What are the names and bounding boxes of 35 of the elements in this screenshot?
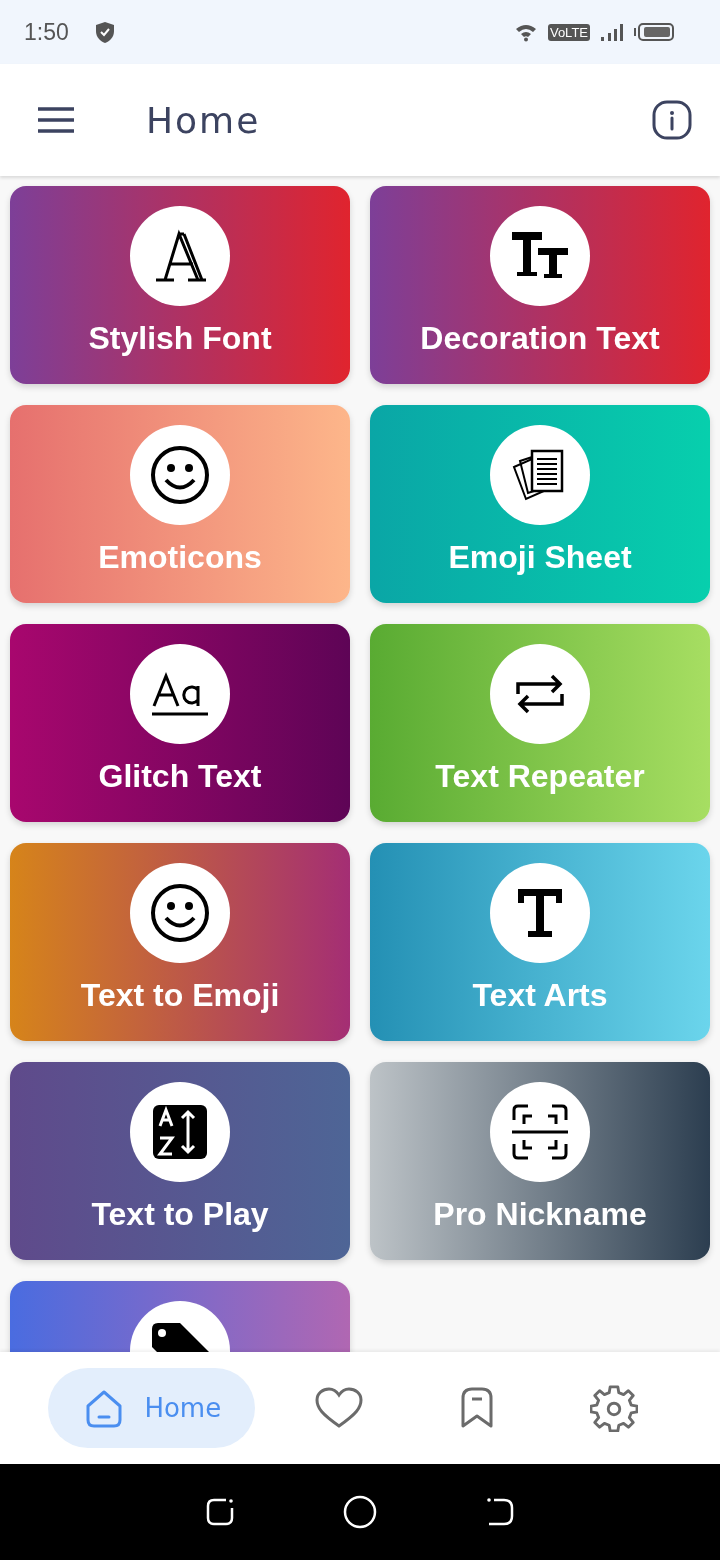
- feature-card[interactable]: Text to Play: [10, 1062, 350, 1260]
- feature-card[interactable]: Text to Emoji: [10, 843, 350, 1041]
- feature-card[interactable]: Text Arts: [370, 843, 710, 1041]
- signal-icon: [600, 22, 624, 42]
- card-label: Decoration Text: [420, 320, 660, 357]
- info-icon[interactable]: [652, 100, 692, 140]
- heart-icon: [313, 1386, 364, 1430]
- smiley-icon: [150, 445, 210, 505]
- card-label: Emoji Sheet: [448, 539, 632, 576]
- card-label: Text to Emoji: [80, 977, 280, 1014]
- feature-card[interactable]: Pro Nickname: [370, 1062, 710, 1260]
- menu-icon[interactable]: [36, 105, 76, 135]
- home-tab[interactable]: Home: [48, 1368, 256, 1448]
- sort-az-icon: [150, 1102, 210, 1162]
- feature-card[interactable]: Text Repeater: [370, 624, 710, 822]
- feature-card[interactable]: Stylish Font: [10, 186, 350, 384]
- card-label: Stylish Font: [88, 320, 272, 357]
- card-label: Text Arts: [472, 977, 608, 1014]
- feature-card[interactable]: Glitch Text: [10, 624, 350, 822]
- status-time: 1:50: [24, 18, 69, 46]
- feature-card[interactable]: Emoticons: [10, 405, 350, 603]
- card-label: Emoticons: [98, 539, 262, 576]
- network-label: VoLTE: [547, 23, 590, 41]
- feature-card[interactable]: Decoration Text: [370, 186, 710, 384]
- feature-card[interactable]: Emoji Sheet: [370, 405, 710, 603]
- settings-icon: [589, 1384, 638, 1432]
- home-button-icon[interactable]: [343, 1495, 377, 1529]
- card-label: Text to Play: [91, 1196, 269, 1233]
- scan-icon: [510, 1102, 570, 1162]
- smiley-icon: [150, 883, 210, 943]
- card-label: Text Repeater: [435, 758, 645, 795]
- battery-icon: [634, 22, 674, 42]
- card-label: Glitch Text: [98, 758, 262, 795]
- page-title: Home: [146, 99, 262, 141]
- card-label: Pro Nickname: [433, 1196, 647, 1233]
